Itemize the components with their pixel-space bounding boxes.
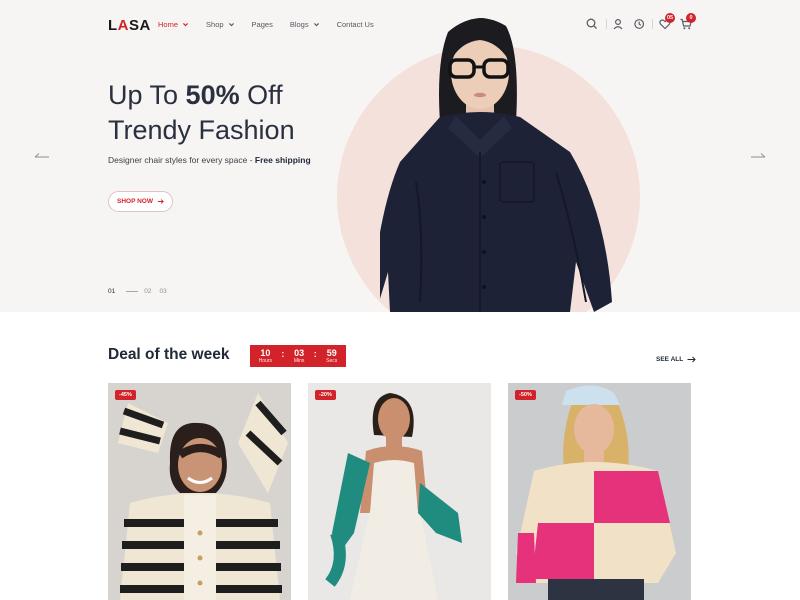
shop-now-label: SHOP NOW — [117, 198, 153, 205]
product-card[interactable]: -50% — [508, 383, 691, 600]
nav-label: Blogs — [289, 20, 309, 29]
countdown-hours: 10 Hours — [258, 347, 273, 364]
site-header: LASA Home Shop Pages Blogs Contact Us 05… — [0, 0, 800, 50]
countdown-secs-label: Secs — [326, 357, 338, 364]
history-icon[interactable] — [632, 17, 646, 31]
hero-subtitle-highlight: Free shipping — [254, 155, 311, 165]
arrow-right-icon — [157, 199, 164, 204]
slide-indicator-3[interactable]: 03 — [159, 288, 166, 295]
hero-subtitle-text: Designer chair styles for every space - — [108, 155, 255, 165]
chevron-down-icon — [183, 23, 189, 27]
prev-slide-arrow-icon[interactable] — [34, 149, 50, 159]
countdown-separator: : — [281, 348, 285, 359]
hero-title-discount: 50% — [183, 80, 242, 110]
product-image — [108, 383, 291, 600]
header-actions: 05 0 — [585, 13, 696, 33]
product-image — [308, 383, 491, 600]
nav-item-pages[interactable]: Pages — [252, 20, 273, 29]
see-all-label: SEE ALL — [656, 356, 684, 363]
nav-item-contact[interactable]: Contact Us — [337, 20, 374, 29]
hero-title-suffix: Off — [239, 80, 283, 110]
hero-banner: LASA Home Shop Pages Blogs Contact Us 05… — [0, 0, 800, 312]
chevron-down-icon — [313, 23, 319, 27]
nav-label: Home — [158, 20, 179, 29]
logo-accent-letter: A — [117, 17, 130, 34]
hero-title-prefix: Up To — [108, 80, 186, 110]
countdown-mins-value: 03 — [294, 347, 305, 358]
product-image — [508, 383, 691, 600]
logo-letter: L — [108, 17, 118, 34]
header-divider — [606, 19, 607, 29]
logo-letters: SA — [129, 17, 151, 34]
product-card[interactable]: -20% — [308, 383, 491, 600]
deal-countdown: 10 Hours : 03 Mins : 59 Secs — [250, 345, 346, 367]
header-divider — [652, 19, 653, 29]
nav-item-home[interactable]: Home — [158, 20, 189, 29]
arrow-right-icon — [687, 356, 696, 363]
countdown-mins-label: Mins — [293, 357, 305, 364]
countdown-hours-value: 10 — [260, 347, 271, 358]
nav-label: Shop — [206, 20, 224, 29]
slide-indicator-1[interactable]: 01 — [108, 288, 115, 295]
shop-now-button[interactable]: SHOP NOW — [108, 191, 173, 212]
hero-title-line2: Trendy Fashion — [108, 115, 295, 145]
main-nav: Home Shop Pages Blogs Contact Us — [158, 20, 391, 29]
countdown-secs-value: 59 — [326, 347, 337, 358]
hero-model-image — [380, 18, 612, 312]
discount-badge: -50% — [515, 390, 536, 400]
cart-count-badge: 0 — [686, 13, 696, 23]
countdown-separator: : — [313, 348, 317, 359]
nav-label: Pages — [251, 20, 273, 29]
wishlist-count-badge: 05 — [665, 13, 676, 23]
brand-logo[interactable]: LASA — [108, 17, 151, 34]
discount-badge: -45% — [115, 390, 136, 400]
product-card[interactable]: -45% — [108, 383, 291, 600]
countdown-mins: 03 Mins — [293, 347, 305, 364]
hero-title-line1: Up To 50% Off — [108, 80, 283, 111]
nav-item-blogs[interactable]: Blogs — [290, 20, 320, 29]
search-icon[interactable] — [585, 17, 599, 31]
nav-item-shop[interactable]: Shop — [206, 20, 235, 29]
countdown-hours-label: Hours — [258, 357, 273, 364]
slide-indicator-2[interactable]: 02 — [144, 288, 151, 295]
see-all-link[interactable]: SEE ALL — [656, 356, 696, 363]
hero-subtitle: Designer chair styles for every space - … — [108, 155, 311, 165]
deal-section-title: Deal of the week — [108, 346, 230, 363]
chevron-down-icon — [228, 23, 234, 27]
user-icon[interactable] — [611, 17, 625, 31]
next-slide-arrow-icon[interactable] — [750, 149, 766, 159]
pager-active-line — [126, 291, 139, 292]
discount-badge: -20% — [315, 390, 336, 400]
countdown-secs: 59 Secs — [326, 347, 338, 364]
nav-label: Contact Us — [336, 20, 374, 29]
slide-pager: 01 02 03 — [108, 288, 167, 295]
